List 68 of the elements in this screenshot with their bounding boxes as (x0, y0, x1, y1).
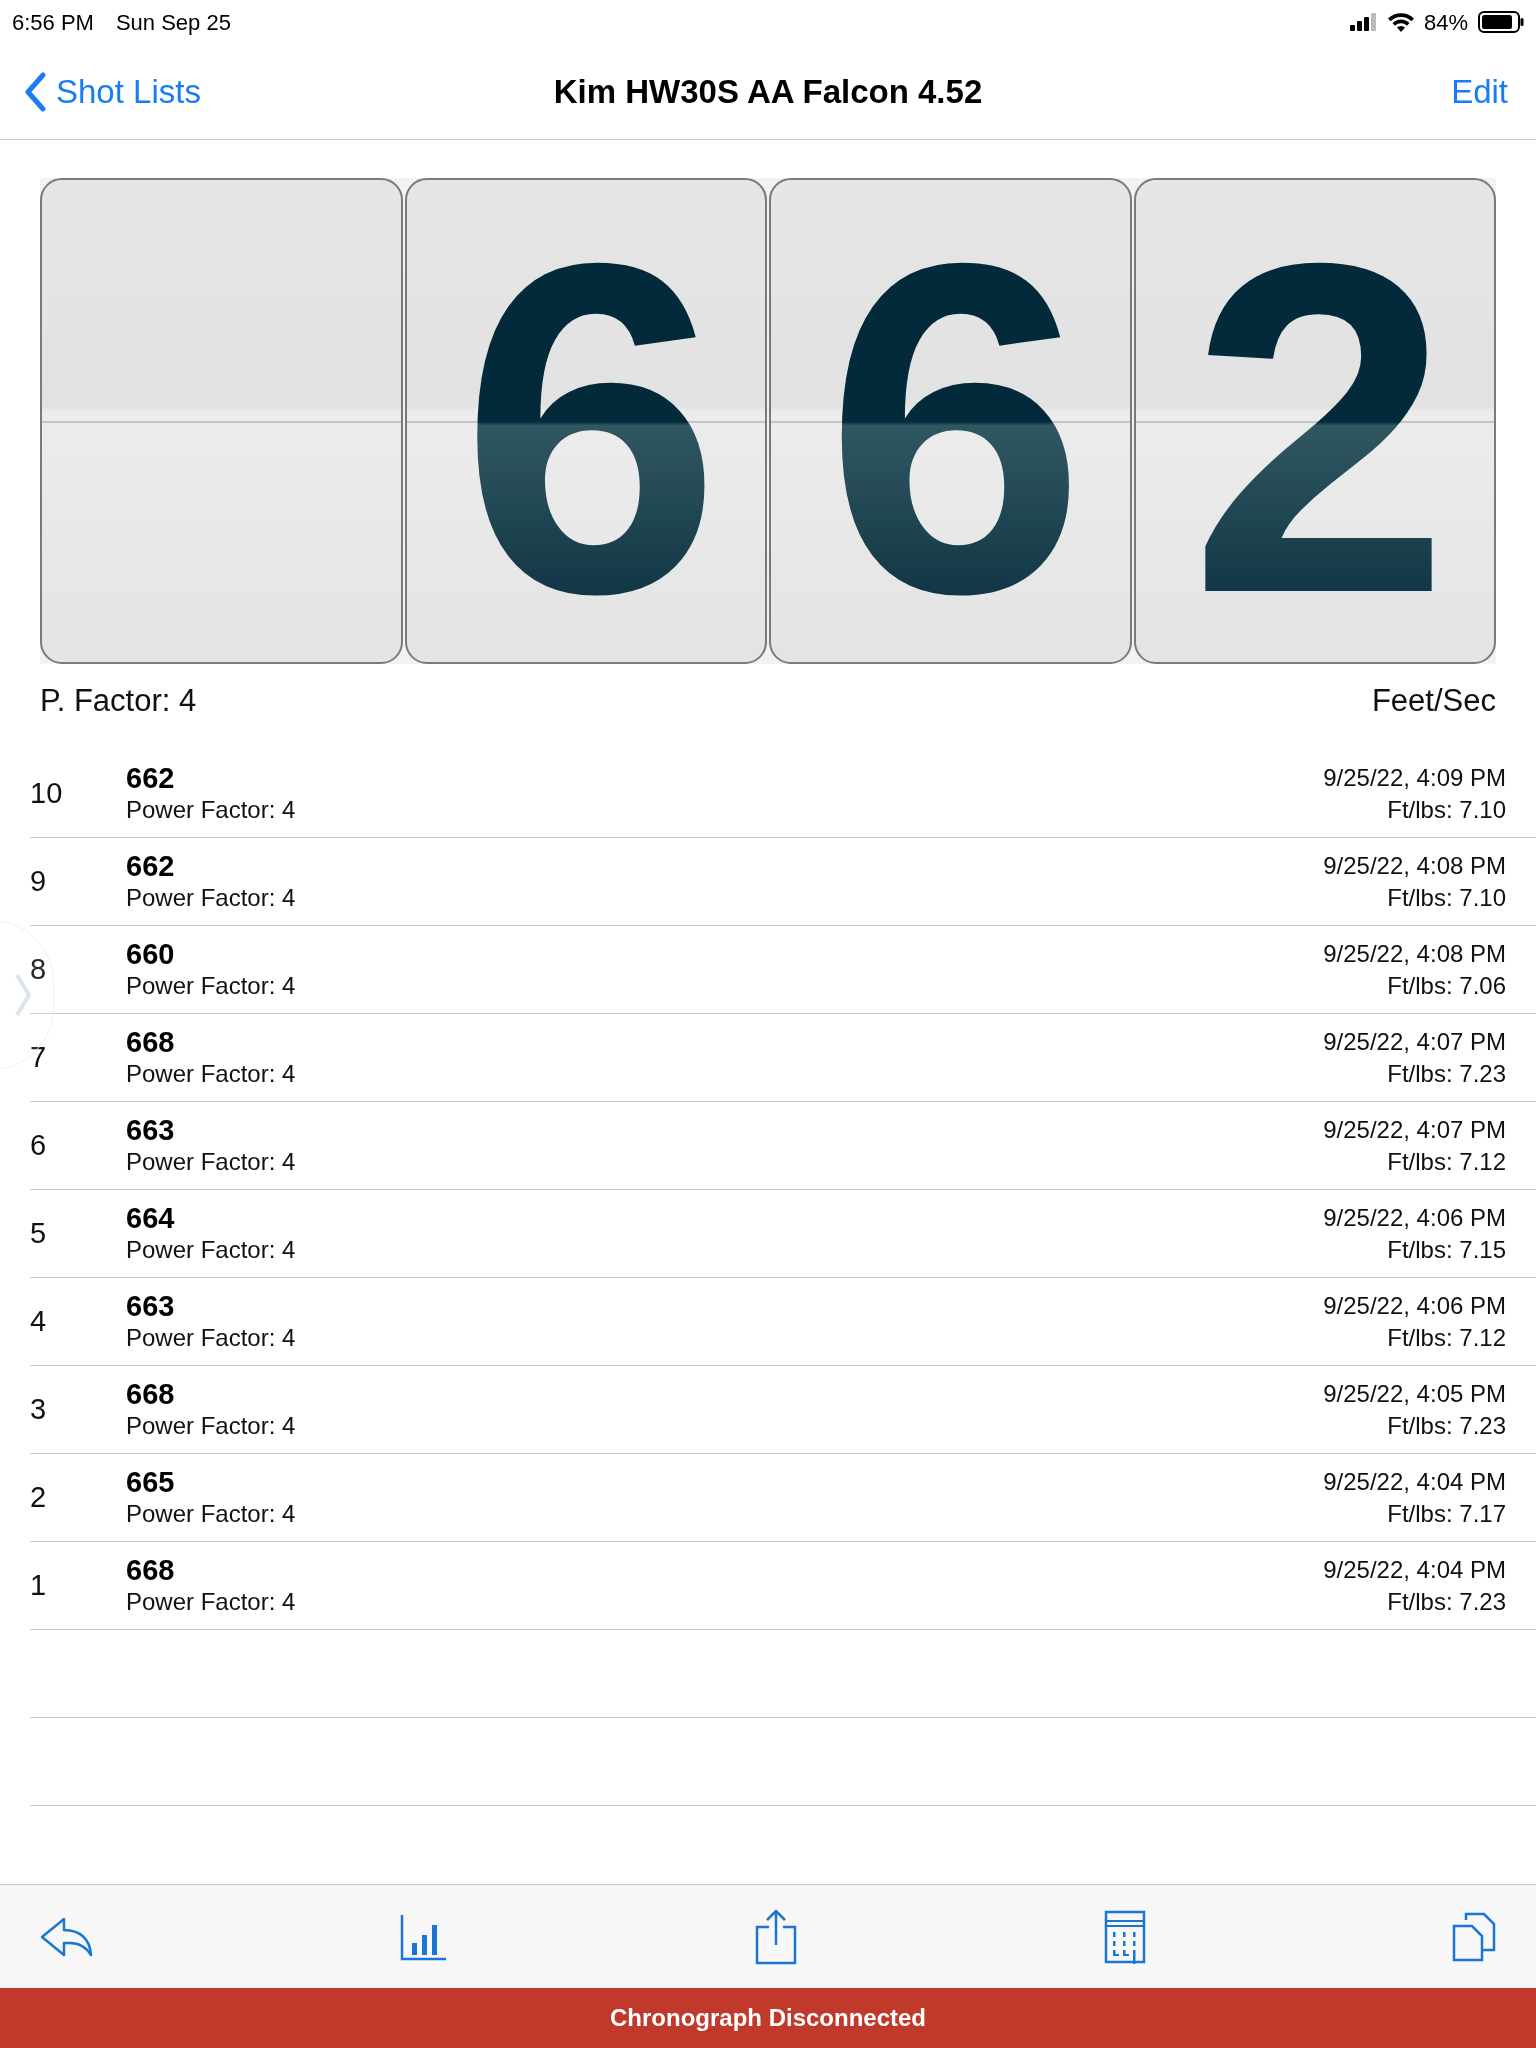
shot-speed: 662 (126, 849, 175, 882)
shot-power-factor: Power Factor: 4 (126, 1410, 296, 1441)
shot-energy: Ft/lbs: 7.06 (1387, 970, 1506, 1001)
shot-timestamp: 9/25/22, 4:05 PM (1323, 1378, 1506, 1409)
back-button[interactable]: Shot Lists (24, 66, 201, 117)
shot-speed: 668 (126, 1377, 175, 1410)
wifi-icon (1387, 12, 1414, 32)
shot-number: 4 (30, 1303, 48, 1339)
shot-speed: 663 (126, 1113, 175, 1146)
shot-speed: 664 (126, 1201, 175, 1234)
shot-number: 8 (30, 951, 48, 987)
bar-chart-icon[interactable] (400, 1912, 448, 1961)
edit-button[interactable]: Edit (1451, 66, 1512, 117)
shot-timestamp: 9/25/22, 4:09 PM (1323, 762, 1506, 793)
shot-power-factor: Power Factor: 4 (126, 970, 296, 1001)
power-factor-label: P. Factor: 4 (40, 681, 197, 720)
shot-speed: 665 (126, 1465, 175, 1498)
unit-label: Feet/Sec (1371, 681, 1496, 720)
battery-percent: 84% (1423, 8, 1468, 37)
shot-number: 2 (30, 1479, 48, 1515)
shot-number: 9 (30, 863, 48, 899)
shot-power-factor: Power Factor: 4 (126, 882, 296, 913)
shot-timestamp: 9/25/22, 4:07 PM (1323, 1026, 1506, 1057)
shot-power-factor: Power Factor: 4 (126, 1234, 296, 1265)
shot-timestamp: 9/25/22, 4:08 PM (1323, 850, 1506, 881)
copy-icon[interactable] (1452, 1911, 1496, 1962)
shot-energy: Ft/lbs: 7.10 (1387, 882, 1506, 913)
connection-banner: Chronograph Disconnected (0, 1988, 1536, 2048)
battery-icon (1478, 11, 1524, 33)
shot-timestamp: 9/25/22, 4:06 PM (1323, 1290, 1506, 1321)
shot-timestamp: 9/25/22, 4:04 PM (1323, 1554, 1506, 1585)
shot-number: 6 (30, 1127, 48, 1163)
shot-power-factor: Power Factor: 4 (126, 1586, 296, 1617)
shot-timestamp: 9/25/22, 4:07 PM (1323, 1114, 1506, 1145)
status-date: Sun Sep 25 (115, 8, 231, 37)
shot-speed: 668 (126, 1025, 175, 1058)
shot-power-factor: Power Factor: 4 (126, 1146, 296, 1177)
shot-number: 1 (30, 1567, 48, 1603)
shot-energy: Ft/lbs: 7.15 (1387, 1234, 1506, 1265)
status-time: 6:56 PM (12, 8, 94, 37)
shot-timestamp: 9/25/22, 4:04 PM (1323, 1466, 1506, 1497)
shot-power-factor: Power Factor: 4 (126, 1058, 296, 1089)
shot-speed: 668 (126, 1553, 175, 1586)
shot-number: 5 (30, 1215, 48, 1251)
signal-icon (1349, 13, 1378, 31)
window-title: Kim HW30S AA Falcon 4.52 (553, 71, 983, 112)
shot-energy: Ft/lbs: 7.23 (1387, 1410, 1506, 1441)
shot-energy: Ft/lbs: 7.10 (1387, 794, 1506, 825)
chevron-right-icon (15, 973, 31, 1017)
share-icon[interactable] (754, 1908, 798, 1965)
shot-energy: Ft/lbs: 7.23 (1387, 1058, 1506, 1089)
shot-timestamp: 9/25/22, 4:08 PM (1323, 938, 1506, 969)
shot-energy: Ft/lbs: 7.17 (1387, 1498, 1506, 1529)
shot-power-factor: Power Factor: 4 (126, 794, 296, 825)
shot-energy: Ft/lbs: 7.23 (1387, 1586, 1506, 1617)
shot-speed: 662 (126, 761, 175, 794)
shot-timestamp: 9/25/22, 4:06 PM (1323, 1202, 1506, 1233)
shot-number: 3 (30, 1391, 48, 1427)
shot-energy: Ft/lbs: 7.12 (1387, 1322, 1506, 1353)
chevron-left-icon (24, 71, 46, 112)
calculator-icon[interactable] (1104, 1909, 1146, 1964)
shot-power-factor: Power Factor: 4 (126, 1322, 296, 1353)
shot-number: 10 (30, 775, 64, 811)
shot-speed: 663 (126, 1289, 175, 1322)
shot-speed: 660 (126, 937, 175, 970)
shot-power-factor: Power Factor: 4 (126, 1498, 296, 1529)
shot-number: 7 (30, 1039, 48, 1075)
shot-energy: Ft/lbs: 7.12 (1387, 1146, 1506, 1177)
